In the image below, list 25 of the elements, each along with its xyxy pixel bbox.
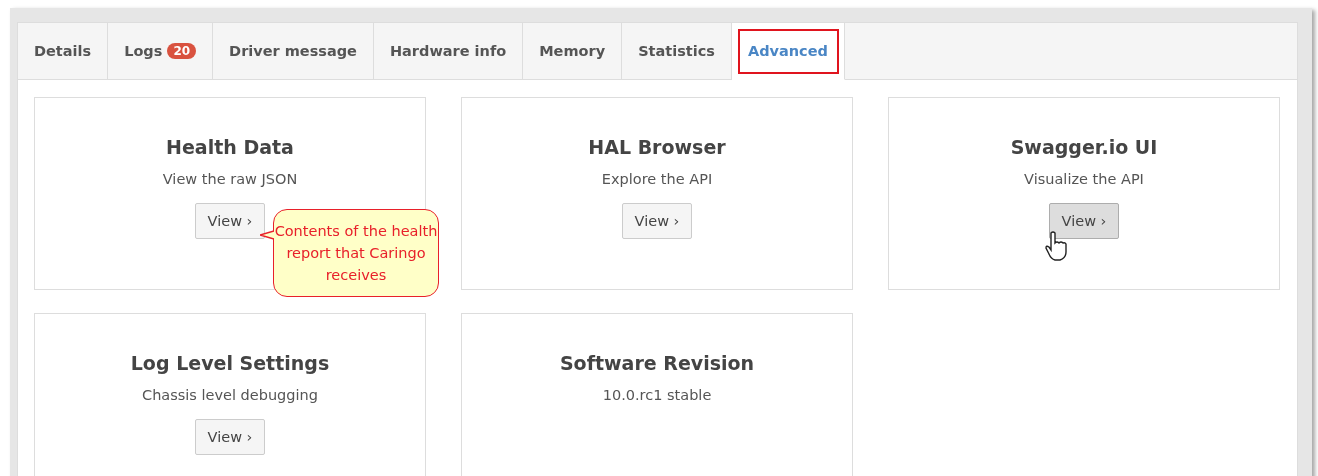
hand-pointer-icon [1044, 231, 1067, 261]
view-button[interactable]: View › [621, 203, 693, 239]
count-badge: 20 [167, 43, 197, 59]
card-title: Software Revision [559, 352, 755, 374]
tab[interactable]: Hardware info [373, 23, 524, 80]
card-title: HAL Browser [588, 136, 726, 158]
card-title: Swagger.io UI [1010, 136, 1158, 158]
callout-note: Contents of the health report that Caringo receives [273, 209, 439, 297]
tab[interactable]: Statistics [622, 23, 732, 80]
card-subtitle: 10.0.rc1 stable [602, 387, 712, 403]
callout-pointer [260, 230, 274, 240]
tab[interactable]: Details [18, 23, 109, 80]
view-button[interactable]: View › [1048, 203, 1120, 239]
tab[interactable]: Driver message [213, 23, 374, 80]
card-subtitle: Explore the API [601, 171, 713, 187]
tab[interactable]: Memory [523, 23, 623, 80]
view-button[interactable]: View › [194, 203, 266, 239]
card-title: Health Data [166, 136, 294, 158]
tab[interactable]: Advanced [731, 23, 845, 80]
card-title: Log Level Settings [130, 352, 330, 374]
card-subtitle: Chassis level debugging [142, 387, 318, 403]
tab[interactable]: Logs 20 [108, 23, 214, 80]
view-button[interactable]: View › [194, 419, 266, 455]
card-subtitle: Visualize the API [1024, 171, 1144, 187]
card-subtitle: View the raw JSON [162, 171, 298, 187]
